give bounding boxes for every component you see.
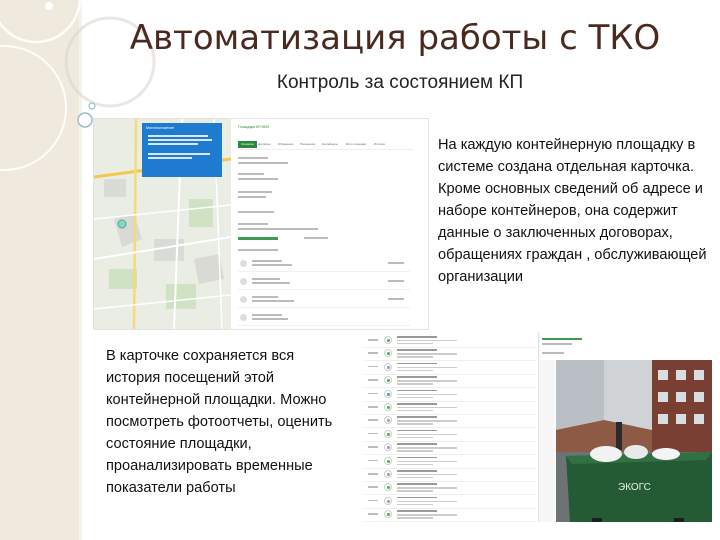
visit-status-icon [384,483,392,492]
visit-status-icon [384,456,392,465]
visit-status-icon [384,470,392,478]
visit-date [368,486,378,488]
tab-containers[interactable]: Контейнеры [322,141,338,148]
visit-date [368,459,378,462]
visit-row[interactable] [364,334,536,348]
container-label: ЭКОГС [618,482,651,493]
visit-row[interactable] [364,347,536,362]
visit-date [368,499,378,502]
tab-history[interactable]: История [374,141,385,148]
visit-status-icon [384,336,392,344]
visit-status-icon [384,349,392,358]
visit-date [368,473,378,475]
tab-visits[interactable]: Посещения [300,141,315,148]
visit-date [368,419,378,421]
visit-status-icon [384,403,392,411]
visit-status-icon [384,510,392,519]
visit-row[interactable] [364,468,536,482]
container-row[interactable] [238,275,410,290]
card-panel: Площадка КП 9903 Основное Договоры Обращ… [234,119,428,329]
visit-status-icon [384,443,392,452]
visit-row[interactable] [364,414,536,429]
visit-date [368,446,378,448]
tab-requests[interactable]: Обращения [278,141,293,148]
description-history: В карточке сохраняется вся история посещ… [106,348,333,496]
photo-header [540,332,712,360]
visit-row[interactable] [364,508,536,522]
map-view: Местоположение [94,119,231,329]
history-screenshot: ЭКОГС [360,332,712,522]
visit-row[interactable] [364,441,536,456]
visit-date [368,379,378,381]
visit-status-icon [384,362,392,371]
slide-title: Автоматизация работы с ТКО [129,18,661,58]
history-scrollbar[interactable] [538,332,555,522]
slide-subtitle: Контроль за состоянием КП [276,72,524,93]
visit-date [368,432,378,435]
card-screenshot: Местоположение Площадка КП 9903 Основное… [93,118,429,330]
popup-header: Местоположение [146,126,175,130]
container-row[interactable] [238,311,410,326]
visit-date [368,406,378,408]
tab-photos[interactable]: Фото площадки [346,141,366,148]
slide: Автоматизация работы с ТКО Контроль за с… [0,0,720,540]
map-popup[interactable]: Местоположение [142,123,222,177]
visit-status-icon [384,496,392,505]
visit-row[interactable] [364,361,536,375]
site-photo[interactable]: ЭКОГС [556,360,712,522]
visit-status-icon [384,416,392,425]
visit-row[interactable] [364,428,536,442]
container-row[interactable] [238,293,410,308]
card-tabs: Основное Договоры Обращения Посещения Ко… [238,141,414,150]
visit-date [368,392,378,395]
visit-row[interactable] [364,401,536,415]
card-title: Площадка КП 9903 [238,125,270,129]
tab-basic[interactable]: Основное [238,141,257,148]
visit-row[interactable] [364,455,536,469]
visit-status-icon [384,376,392,385]
visit-row[interactable] [364,481,536,496]
visit-row[interactable] [364,495,536,509]
visit-status-icon [384,429,392,438]
visit-row[interactable] [364,374,536,389]
visit-status-icon [384,389,392,398]
visit-row[interactable] [364,388,536,402]
visit-date [368,339,378,341]
visit-date [368,352,378,354]
visit-date [368,513,378,515]
container-row[interactable] [238,257,410,272]
tab-contracts[interactable]: Договоры [258,141,271,148]
description-card: На каждую контейнерную площадку в систем… [438,137,707,285]
visit-date [368,365,378,368]
